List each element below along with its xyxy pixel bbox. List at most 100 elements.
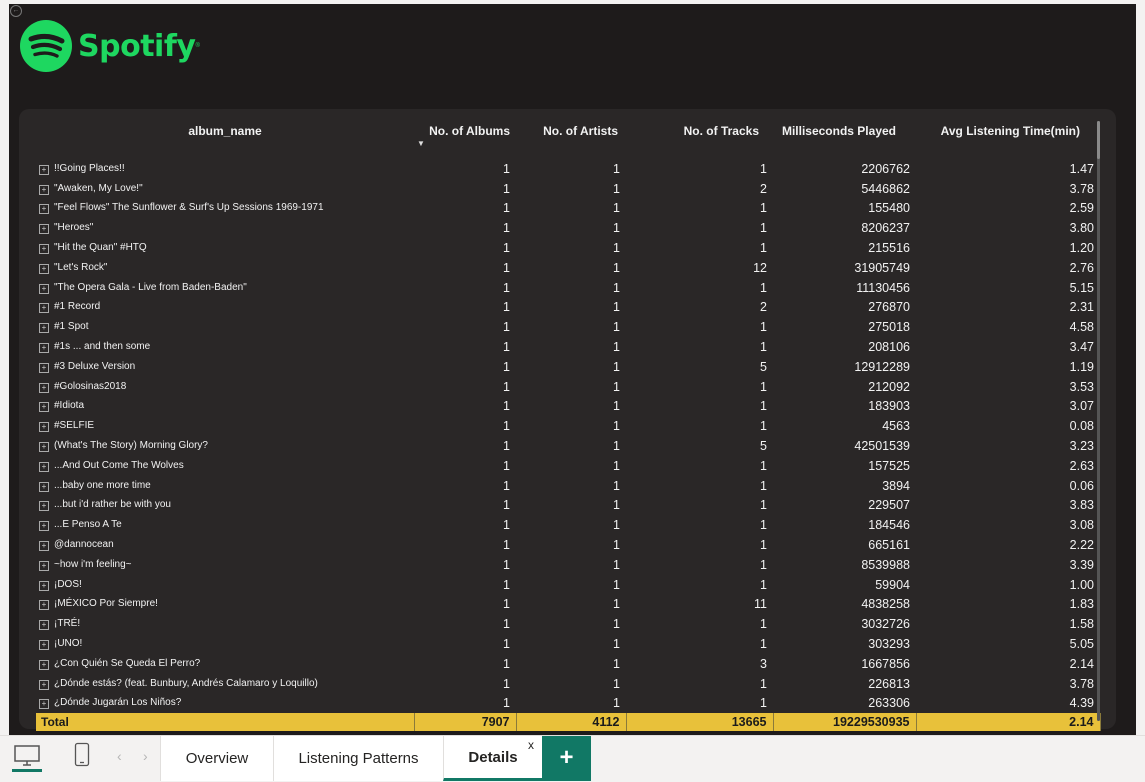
album-name-label: #SELFIE xyxy=(54,420,95,432)
previous-page-button[interactable]: ‹ xyxy=(117,748,122,764)
expand-row-icon[interactable]: + xyxy=(39,422,49,433)
value-cell-milliseconds: 208106 xyxy=(868,340,910,355)
value-cell-avg-listening: 1.20 xyxy=(1069,241,1094,256)
column-header-albums[interactable]: No. of Albums ▼ xyxy=(414,120,516,159)
value-cell-tracks: 2 xyxy=(760,300,767,315)
matrix-row[interactable]: + #Golosinas2018 1 1 1 212092 3.53 xyxy=(36,377,1100,397)
expand-row-icon[interactable]: + xyxy=(39,224,49,235)
matrix-row[interactable]: + ...but i'd rather be with you 1 1 1 229507 3… xyxy=(36,496,1100,516)
sort-descending-icon[interactable]: ▼ xyxy=(415,139,510,148)
expand-row-icon[interactable]: + xyxy=(39,402,49,413)
matrix-row[interactable]: + "Feel Flows" The Sunflower & Surf's Up … xyxy=(36,199,1100,219)
expand-row-icon[interactable]: + xyxy=(39,303,49,314)
expand-row-icon[interactable]: + xyxy=(39,164,49,175)
expand-row-icon[interactable]: + xyxy=(39,343,49,354)
expand-row-icon[interactable]: + xyxy=(39,263,49,274)
matrix-row[interactable]: + "Awaken, My Love!" 1 1 2 5446862 3.78 xyxy=(36,179,1100,199)
matrix-row[interactable]: + #1 Record 1 1 2 276870 2.31 xyxy=(36,298,1100,318)
tab-listening-patterns[interactable]: Listening Patterns xyxy=(273,736,443,781)
matrix-row[interactable]: + ¡UNO! 1 1 1 303293 5.05 xyxy=(36,634,1100,654)
matrix-row[interactable]: + ¡MÉXICO Por Siempre! 1 1 11 4838258 1.83 xyxy=(36,595,1100,615)
matrix-row[interactable]: + @dannocean 1 1 1 665161 2.22 xyxy=(36,535,1100,555)
matrix-scrollbar-track[interactable] xyxy=(1097,121,1100,721)
expand-row-icon[interactable]: + xyxy=(39,442,49,453)
expand-row-icon[interactable]: + xyxy=(39,620,49,631)
expand-row-icon[interactable]: + xyxy=(39,461,49,472)
matrix-row[interactable]: + ...And Out Come The Wolves 1 1 1 157525 2.63 xyxy=(36,456,1100,476)
matrix-row[interactable]: + "The Opera Gala - Live from Baden-Baden… xyxy=(36,278,1100,298)
matrix-scrollbar-thumb[interactable] xyxy=(1097,121,1100,159)
matrix-row[interactable]: + ¿Con Quién Se Queda El Perro? 1 1 3 1667856… xyxy=(36,654,1100,674)
value-cell-artists: 1 xyxy=(613,676,620,691)
matrix-row[interactable]: + ¡TRÉ! 1 1 1 3032726 1.58 xyxy=(36,614,1100,634)
value-cell-tracks: 1 xyxy=(760,280,767,295)
matrix-row[interactable]: + "Hit the Quan" #HTQ 1 1 1 215516 1.20 xyxy=(36,238,1100,258)
expand-row-icon[interactable]: + xyxy=(39,600,49,611)
matrix-row[interactable]: + ...baby one more time 1 1 1 3894 0.06 xyxy=(36,476,1100,496)
matrix-row[interactable]: + ~how i'm feeling~ 1 1 1 8539988 3.39 xyxy=(36,555,1100,575)
column-header-milliseconds[interactable]: Milliseconds Played xyxy=(773,120,916,159)
matrix-row[interactable]: + #1s ... and then some 1 1 1 208106 3.47 xyxy=(36,337,1100,357)
expand-row-icon[interactable]: + xyxy=(39,184,49,195)
value-cell-artists: 1 xyxy=(613,656,620,671)
expand-row-icon[interactable]: + xyxy=(39,521,49,532)
column-header-tracks[interactable]: No. of Tracks xyxy=(626,120,773,159)
column-header-album-name[interactable]: album_name xyxy=(36,120,414,159)
album-name-label: ¡DOS! xyxy=(54,578,82,590)
value-cell-albums: 1 xyxy=(503,597,510,612)
column-header-avg-listening[interactable]: Avg Listening Time(min) xyxy=(916,120,1100,159)
value-cell-albums: 1 xyxy=(503,280,510,295)
value-cell-tracks: 5 xyxy=(760,439,767,454)
expand-row-icon[interactable]: + xyxy=(39,699,49,710)
expand-row-icon[interactable]: + xyxy=(39,382,49,393)
add-page-button[interactable]: + xyxy=(542,736,591,781)
album-name-cell: + #Golosinas2018 xyxy=(36,377,414,397)
expand-row-icon[interactable]: + xyxy=(39,580,49,591)
column-header-artists[interactable]: No. of Artists xyxy=(516,120,626,159)
tab-overview[interactable]: Overview xyxy=(160,736,273,781)
album-name-cell: + ~how i'm feeling~ xyxy=(36,555,414,575)
expand-row-icon[interactable]: + xyxy=(39,204,49,215)
matrix-row[interactable]: + #3 Deluxe Version 1 1 5 12912289 1.19 xyxy=(36,357,1100,377)
matrix-row[interactable]: + (What's The Story) Morning Glory? 1 1 5 425… xyxy=(36,436,1100,456)
matrix-row[interactable]: + ¡DOS! 1 1 1 59904 1.00 xyxy=(36,575,1100,595)
expand-row-icon[interactable]: + xyxy=(39,481,49,492)
expand-row-icon[interactable]: + xyxy=(39,640,49,651)
matrix-row[interactable]: + #1 Spot 1 1 1 275018 4.58 xyxy=(36,317,1100,337)
album-name-cell: + #1 Spot xyxy=(36,317,414,337)
mobile-layout-button[interactable] xyxy=(74,742,90,768)
value-cell-artists: 1 xyxy=(613,241,620,256)
expand-row-icon[interactable]: + xyxy=(39,679,49,690)
expand-row-icon[interactable]: + xyxy=(39,560,49,571)
value-cell-tracks: 1 xyxy=(760,498,767,513)
album-name-label: ...E Penso A Te xyxy=(54,519,122,531)
close-tab-icon[interactable]: x xyxy=(528,738,534,752)
expand-row-icon[interactable]: + xyxy=(39,323,49,334)
value-cell-tracks: 1 xyxy=(760,221,767,236)
value-cell-avg-listening: 1.58 xyxy=(1069,617,1094,632)
report-canvas: ← Spotify ® album_name No. of Albums ▼ N… xyxy=(9,4,1136,735)
expand-row-icon[interactable]: + xyxy=(39,244,49,255)
album-matrix[interactable]: album_name No. of Albums ▼ No. of Artist… xyxy=(36,120,1101,732)
matrix-row[interactable]: + #SELFIE 1 1 1 4563 0.08 xyxy=(36,416,1100,436)
matrix-row[interactable]: + ¿Dónde estás? (feat. Bunbury, Andrés Ca… xyxy=(36,674,1100,694)
value-cell-tracks: 1 xyxy=(760,478,767,493)
expand-row-icon[interactable]: + xyxy=(39,283,49,294)
album-name-label: ...baby one more time xyxy=(54,479,151,491)
album-name-label: "The Opera Gala - Live from Baden-Baden" xyxy=(54,281,247,293)
matrix-row[interactable]: + "Heroes" 1 1 1 8206237 3.80 xyxy=(36,218,1100,238)
matrix-row[interactable]: + ¿Dónde Jugarán Los Niños? 1 1 1 263306 4.39 xyxy=(36,694,1100,714)
expand-row-icon[interactable]: + xyxy=(39,501,49,512)
next-page-button[interactable]: › xyxy=(143,748,148,764)
expand-row-icon[interactable]: + xyxy=(39,659,49,670)
expand-row-icon[interactable]: + xyxy=(39,541,49,552)
value-cell-albums: 1 xyxy=(503,538,510,553)
matrix-row[interactable]: + !!Going Places!! 1 1 1 2206762 1.47 xyxy=(36,159,1100,179)
value-cell-tracks: 1 xyxy=(760,637,767,652)
matrix-row[interactable]: + #Idiota 1 1 1 183903 3.07 xyxy=(36,397,1100,417)
matrix-row[interactable]: + ...E Penso A Te 1 1 1 184546 3.08 xyxy=(36,515,1100,535)
matrix-row[interactable]: + "Let's Rock" 1 1 12 31905749 2.76 xyxy=(36,258,1100,278)
album-name-cell: + ¿Dónde Jugarán Los Niños? xyxy=(36,694,414,714)
back-arrow-icon[interactable]: ← xyxy=(10,5,22,17)
expand-row-icon[interactable]: + xyxy=(39,362,49,373)
